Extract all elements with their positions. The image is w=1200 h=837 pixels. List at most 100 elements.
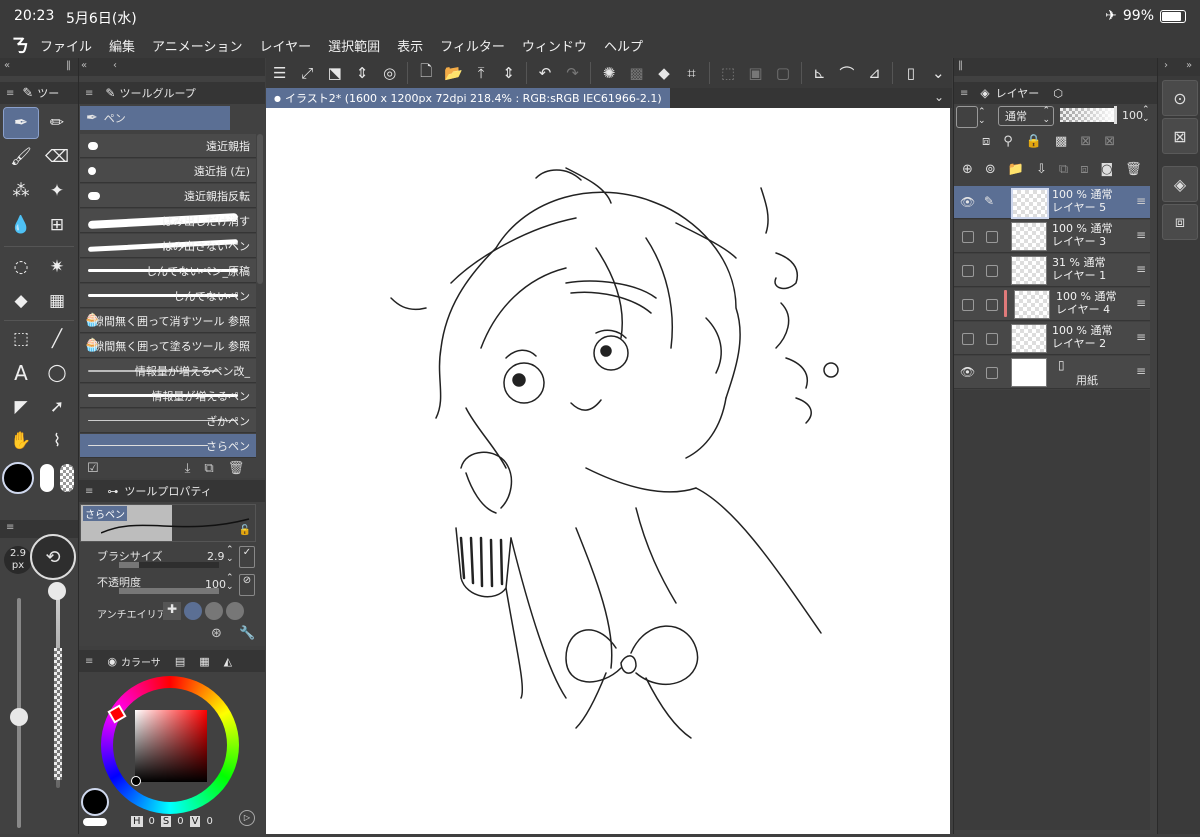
brush-item[interactable]: はみ出しだけ消す xyxy=(80,209,256,233)
antialias-strong[interactable] xyxy=(226,602,244,620)
ruler-tool-icon[interactable]: ◤ xyxy=(4,392,38,422)
antialias-weak[interactable] xyxy=(184,602,202,620)
pen-tool-icon[interactable]: ✒ xyxy=(3,107,39,139)
brush-item[interactable]: 🧁 隙間無く囲って消すツール 参照 xyxy=(80,309,256,333)
panel-menu-icon[interactable]: ≡ xyxy=(85,88,93,99)
collapse-icon[interactable]: « xyxy=(81,60,87,71)
document-tab[interactable]: ● イラスト2* (1600 x 1200px 72dpi 218.4% : R… xyxy=(266,88,670,108)
panel-menu-icon[interactable]: ≡ xyxy=(960,88,968,99)
antialias-none[interactable]: ✚ xyxy=(163,602,181,620)
arrows-vertical-icon[interactable]: ⇕ xyxy=(349,60,374,86)
device-icon[interactable]: ▯ xyxy=(898,60,923,86)
menu-help[interactable]: ヘルプ xyxy=(604,36,643,55)
current-color-swatch[interactable] xyxy=(81,788,109,816)
companion-icon[interactable]: ◎ xyxy=(377,60,402,86)
edit-checkbox[interactable] xyxy=(986,333,998,345)
brush-tool-icon[interactable]: 🖌 xyxy=(4,142,38,172)
layer-opacity-slider[interactable] xyxy=(1060,108,1116,122)
opacity-slider-knob[interactable] xyxy=(48,582,66,600)
brush-size-slider-knob[interactable] xyxy=(10,708,28,726)
panel-menu-icon[interactable]: ≡ xyxy=(85,486,93,497)
menu-layer[interactable]: レイヤー xyxy=(260,36,312,55)
new-file-icon[interactable]: 🗋 xyxy=(413,60,438,86)
visibility-checkbox[interactable] xyxy=(962,231,974,243)
blend-tool-icon[interactable]: 💧 xyxy=(4,210,38,240)
lock-icon[interactable]: 🔓 xyxy=(239,525,251,536)
brush-item[interactable]: 遠近親指反転 xyxy=(80,184,256,208)
grip-icon[interactable]: ‖ xyxy=(958,60,963,71)
line-tool-icon[interactable]: ╱ xyxy=(40,324,74,354)
chevron-right-icon[interactable]: › xyxy=(1164,60,1168,71)
layer-row[interactable]: 100 % 通常 レイヤー 3 ≡ xyxy=(954,220,1150,253)
layer-mask-icon[interactable]: ◙ xyxy=(1100,162,1113,177)
text-tool-icon[interactable]: A xyxy=(4,358,38,388)
eye-icon[interactable]: 👁 xyxy=(960,365,975,379)
layer-row[interactable]: 100 % 通常 レイヤー 2 ≡ xyxy=(954,322,1150,355)
visibility-checkbox[interactable] xyxy=(962,299,974,311)
layer-property-icon[interactable]: ⧈ xyxy=(1162,204,1198,240)
menu-edit[interactable]: 編集 xyxy=(109,36,135,55)
clip-layer-icon[interactable]: ⧈ xyxy=(982,134,990,149)
transform-icon[interactable]: ⬔ xyxy=(322,60,347,86)
brush-item[interactable]: 🧁 隙間無く囲って塗るツール 参照 xyxy=(80,334,256,358)
collapse-right-icon[interactable]: » xyxy=(1186,60,1192,71)
select-all-icon[interactable]: ▢ xyxy=(770,60,795,86)
new-raster-layer-icon[interactable]: ⊕ xyxy=(962,162,973,177)
layer-opacity-value[interactable]: 100 xyxy=(1122,109,1143,122)
chevron-left-icon[interactable]: ‹ xyxy=(113,60,117,71)
layer-row[interactable]: 100 % 通常 レイヤー 4 ≡ xyxy=(954,288,1150,321)
main-color-swatch[interactable] xyxy=(2,462,34,494)
menu-selection[interactable]: 選択範囲 xyxy=(328,36,380,55)
menu-icon[interactable]: ☰ xyxy=(267,60,292,86)
eyedropper-tool-icon[interactable]: ⌇ xyxy=(40,426,74,456)
subtool-scrollbar[interactable] xyxy=(257,134,263,284)
edit-checkbox[interactable] xyxy=(986,265,998,277)
drawing-canvas[interactable] xyxy=(266,108,950,834)
layer-color-stepper[interactable]: ⌃ ⌄ xyxy=(978,108,986,126)
snap-grid-icon[interactable]: ⊿ xyxy=(862,60,887,86)
reference-layer-icon[interactable]: ⚲ xyxy=(1003,134,1013,149)
menu-filter[interactable]: フィルター xyxy=(440,36,505,55)
loading-icon[interactable]: ✺ xyxy=(596,60,621,86)
brush-item[interactable]: ざかペン xyxy=(80,409,256,433)
layer-menu-icon[interactable]: ≡ xyxy=(1136,228,1146,242)
navigator-tab-icon[interactable]: ⬡ xyxy=(1053,87,1063,100)
eraser-tool-icon[interactable]: ⌫ xyxy=(40,142,74,172)
navigator-icon[interactable]: ⊙ xyxy=(1162,80,1198,116)
mask-enable-icon[interactable]: ⊠ xyxy=(1080,134,1091,149)
color-set-tab-icon[interactable]: ▤ xyxy=(175,655,185,668)
opacity-pressure-toggle[interactable]: ⊘ xyxy=(239,574,255,596)
layer-menu-icon[interactable]: ≡ xyxy=(1136,330,1146,344)
edit-checkbox[interactable] xyxy=(986,231,998,243)
new-vector-layer-icon[interactable]: ⊚ xyxy=(985,162,996,177)
snap-special-icon[interactable]: ⌒ xyxy=(834,60,859,86)
chevron-down-icon[interactable]: ⌄ xyxy=(934,90,944,104)
open-folder-icon[interactable]: 📂 xyxy=(441,60,466,86)
layer-opacity-stepper[interactable]: ⌃ ⌄ xyxy=(1142,106,1150,124)
import-icon[interactable]: ⤓ xyxy=(185,461,191,476)
saturation-value-square[interactable] xyxy=(135,710,207,782)
lasso-tool-icon[interactable]: ◌ xyxy=(4,252,38,282)
transparent-color-swatch[interactable] xyxy=(60,464,74,492)
grip-icon[interactable]: ‖ xyxy=(66,60,71,71)
eye-icon[interactable]: 👁 xyxy=(960,195,975,209)
brush-item[interactable]: 情報量が増えるペン xyxy=(80,384,256,408)
layer-color-toggle[interactable] xyxy=(956,106,978,128)
wrench-icon[interactable]: 🔧 xyxy=(239,626,255,641)
brush-item[interactable]: 遠近親指 xyxy=(80,134,256,158)
magic-wand-icon[interactable]: ✷ xyxy=(40,252,74,282)
brush-item[interactable]: はみ出さないペン xyxy=(80,234,256,258)
color-history-tab-icon[interactable]: ▦ xyxy=(199,655,209,668)
merge-down-icon[interactable]: ⧉ xyxy=(1059,162,1068,177)
new-folder-icon[interactable]: 📁 xyxy=(1008,162,1024,177)
redo-icon[interactable]: ↷ xyxy=(560,60,585,86)
layer-tab-label[interactable]: レイヤー xyxy=(996,85,1040,101)
more-vertical-icon[interactable]: ⇕ xyxy=(496,60,521,86)
antialias-medium[interactable] xyxy=(205,602,223,620)
menu-view[interactable]: 表示 xyxy=(397,36,423,55)
undo-icon[interactable]: ↶ xyxy=(532,60,557,86)
toolprop-tab-label[interactable]: ツールプロパティ xyxy=(124,483,211,499)
duplicate-icon[interactable]: ⧉ xyxy=(204,461,213,476)
brush-item[interactable]: しんでないペン_原稿 xyxy=(80,259,256,283)
sv-marker[interactable] xyxy=(131,776,141,786)
